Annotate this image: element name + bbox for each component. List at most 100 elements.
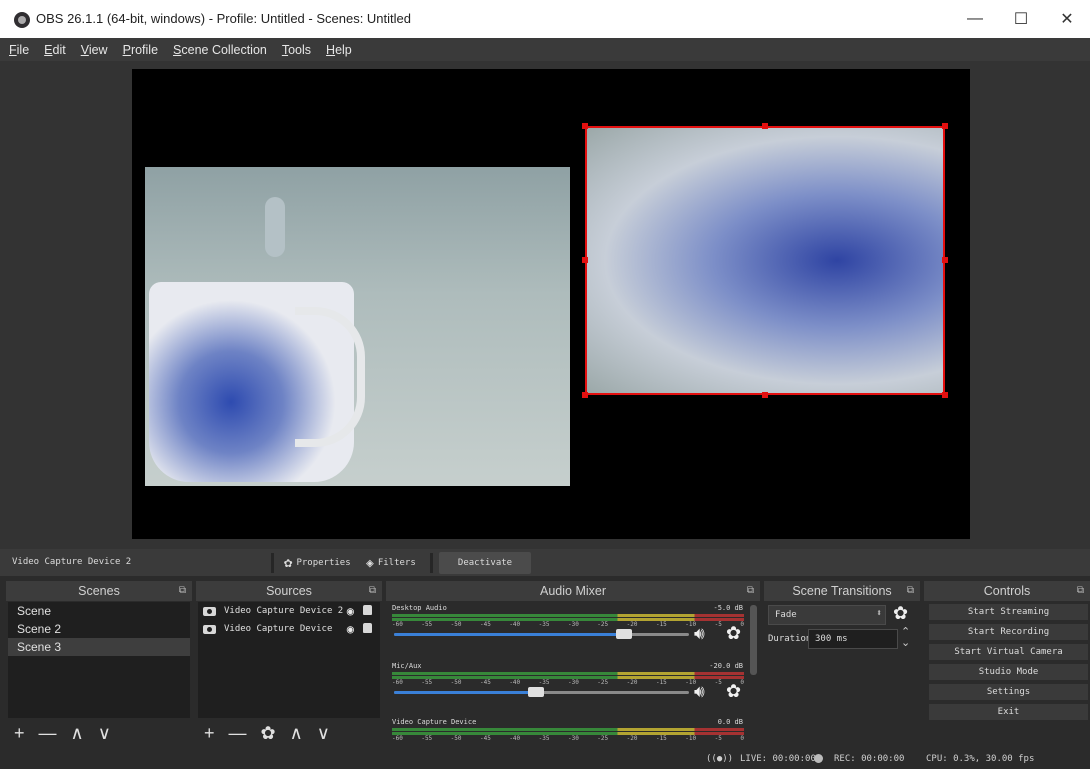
speaker-icon[interactable]: 🔊︎ [694,624,705,644]
float-icon[interactable]: ⧉ [179,585,186,596]
scenes-list[interactable]: Scene Scene 2 Scene 3 [8,602,190,718]
volume-knob[interactable] [616,629,633,639]
lock-icon[interactable] [363,605,372,615]
resize-handle-l[interactable] [582,257,588,263]
move-scene-down-button[interactable]: ∨ [98,723,111,744]
exit-button[interactable]: Exit [928,703,1089,721]
menu-scene-collection[interactable]: Scene Collection [173,43,267,57]
scenes-footer: + — ∧ ∨ [8,718,190,748]
move-source-down-button[interactable]: ∨ [317,723,330,744]
resize-handle-r[interactable] [942,257,948,263]
move-source-up-button[interactable]: ∧ [290,723,303,744]
filters-button[interactable]: ◈ Filters [366,554,416,572]
close-button[interactable]: ✕ [1044,0,1090,38]
selection-box[interactable] [585,126,945,395]
source-item[interactable]: Video Capture Device ◉ [198,620,380,638]
sources-list[interactable]: Video Capture Device 2 ◉ Video Capture D… [198,602,380,718]
lock-icon[interactable] [363,623,372,633]
transition-select[interactable]: Fade ⬍ [768,605,886,625]
resize-handle-t[interactable] [762,123,768,129]
transition-value: Fade [775,610,797,620]
start-virtual-camera-button[interactable]: Start Virtual Camera [928,643,1089,661]
resize-handle-b[interactable] [762,392,768,398]
camera-icon [203,625,216,634]
channel-name: Mic/Aux [392,662,422,670]
properties-button[interactable]: ✿ Properties [284,554,351,572]
volume-fill [394,633,625,636]
menu-help[interactable]: Help [326,43,352,57]
source-toolbar: Video Capture Device 2 ✿ Properties ◈ Fi… [0,549,1090,576]
speaker-icon[interactable]: 🔊︎ [694,682,705,702]
move-scene-up-button[interactable]: ∧ [71,723,84,744]
properties-label: Properties [296,558,351,568]
live-time: LIVE: 00:00:00 [740,754,816,764]
scenes-title: Scenes [78,584,120,598]
start-recording-button[interactable]: Start Recording [928,623,1089,641]
add-scene-button[interactable]: + [14,723,25,744]
resize-handle-br[interactable] [942,392,948,398]
resize-handle-bl[interactable] [582,392,588,398]
mixer-scrollbar[interactable] [750,605,757,675]
add-source-button[interactable]: + [204,723,215,744]
controls-title: Controls [983,584,1031,598]
volume-knob[interactable] [527,687,544,697]
volume-fill [394,691,536,694]
audio-channel-video-capture: Video Capture Device 0.0 dB -60 -55 -50 -45… [390,718,745,748]
audio-mixer-dock: Audio Mixer ⧉ Desktop Audio -5.0 dB -60-… [386,581,760,748]
deactivate-button[interactable]: Deactivate [439,552,531,574]
float-icon[interactable]: ⧉ [907,585,914,596]
resize-handle-tl[interactable] [582,123,588,129]
scene-transitions-dock: Scene Transitions ⧉ Fade ⬍ ✿ Duration 30… [764,581,920,748]
source-item[interactable]: Video Capture Device 2 ◉ [198,602,380,620]
gear-icon: ✿ [284,555,293,571]
menu-file[interactable]: File [9,43,29,57]
gear-icon[interactable]: ✿ [893,603,908,624]
gear-icon[interactable]: ✿ [726,681,741,702]
maximize-button[interactable]: ☐ [998,0,1044,38]
status-bar: ((●)) LIVE: 00:00:00 REC: 00:00:00 CPU: … [0,748,1090,769]
float-icon[interactable]: ⧉ [369,585,376,596]
menu-view[interactable]: View [81,43,108,57]
audio-mixer-body: Desktop Audio -5.0 dB -60 -55 -50 -45 -40 -35… [388,602,748,748]
scene-item[interactable]: Scene 2 [8,620,190,638]
video-capture-device-frame[interactable] [145,167,570,486]
scene-item[interactable]: Scene [8,602,190,620]
level-meter [392,614,744,617]
sources-title: Sources [266,584,312,598]
float-icon[interactable]: ⧉ [747,585,754,596]
meter-ticks: -60 -55 -50 -45 -40 -35 -30 -25 -20 -15 -10 -5 0 [392,621,744,628]
sources-header: Sources ⧉ [196,581,382,601]
settings-button[interactable]: Settings [928,683,1089,701]
scenes-header: Scenes ⧉ [6,581,192,601]
visibility-eye-icon[interactable]: ◉ [347,620,354,638]
record-icon [814,754,823,763]
menu-edit[interactable]: Edit [44,43,66,57]
scene-item-selected[interactable]: Scene 3 [8,638,190,656]
minimize-button[interactable]: — [952,0,998,38]
remove-source-button[interactable]: — [229,723,247,744]
channel-db: -5.0 dB [713,604,743,612]
channel-name: Video Capture Device [392,718,477,726]
duration-spinner[interactable]: ⌃ ⌄ [901,627,910,649]
visibility-eye-icon[interactable]: ◉ [347,602,354,620]
volume-slider[interactable] [394,687,689,697]
resize-handle-tr[interactable] [942,123,948,129]
volume-slider[interactable] [394,629,689,639]
duration-field[interactable]: 300 ms [808,629,898,649]
filters-label: Filters [377,558,416,568]
gear-icon[interactable]: ✿ [726,623,741,644]
studio-mode-button[interactable]: Studio Mode [928,663,1089,681]
cup-handle-image [295,307,365,447]
obs-logo-icon [14,12,30,28]
start-streaming-button[interactable]: Start Streaming [928,603,1089,621]
remove-scene-button[interactable]: — [39,723,57,744]
sources-footer: + — ✿ ∧ ∨ [198,718,380,748]
duration-label: Duration [768,634,812,644]
menu-tools[interactable]: Tools [282,43,311,57]
source-properties-gear-icon[interactable]: ✿ [261,723,276,744]
menu-profile[interactable]: Profile [123,43,158,57]
toolbar-divider [430,553,433,573]
cup-lid-image [265,197,285,257]
scene-transitions-title: Scene Transitions [792,584,892,598]
float-icon[interactable]: ⧉ [1077,585,1084,596]
